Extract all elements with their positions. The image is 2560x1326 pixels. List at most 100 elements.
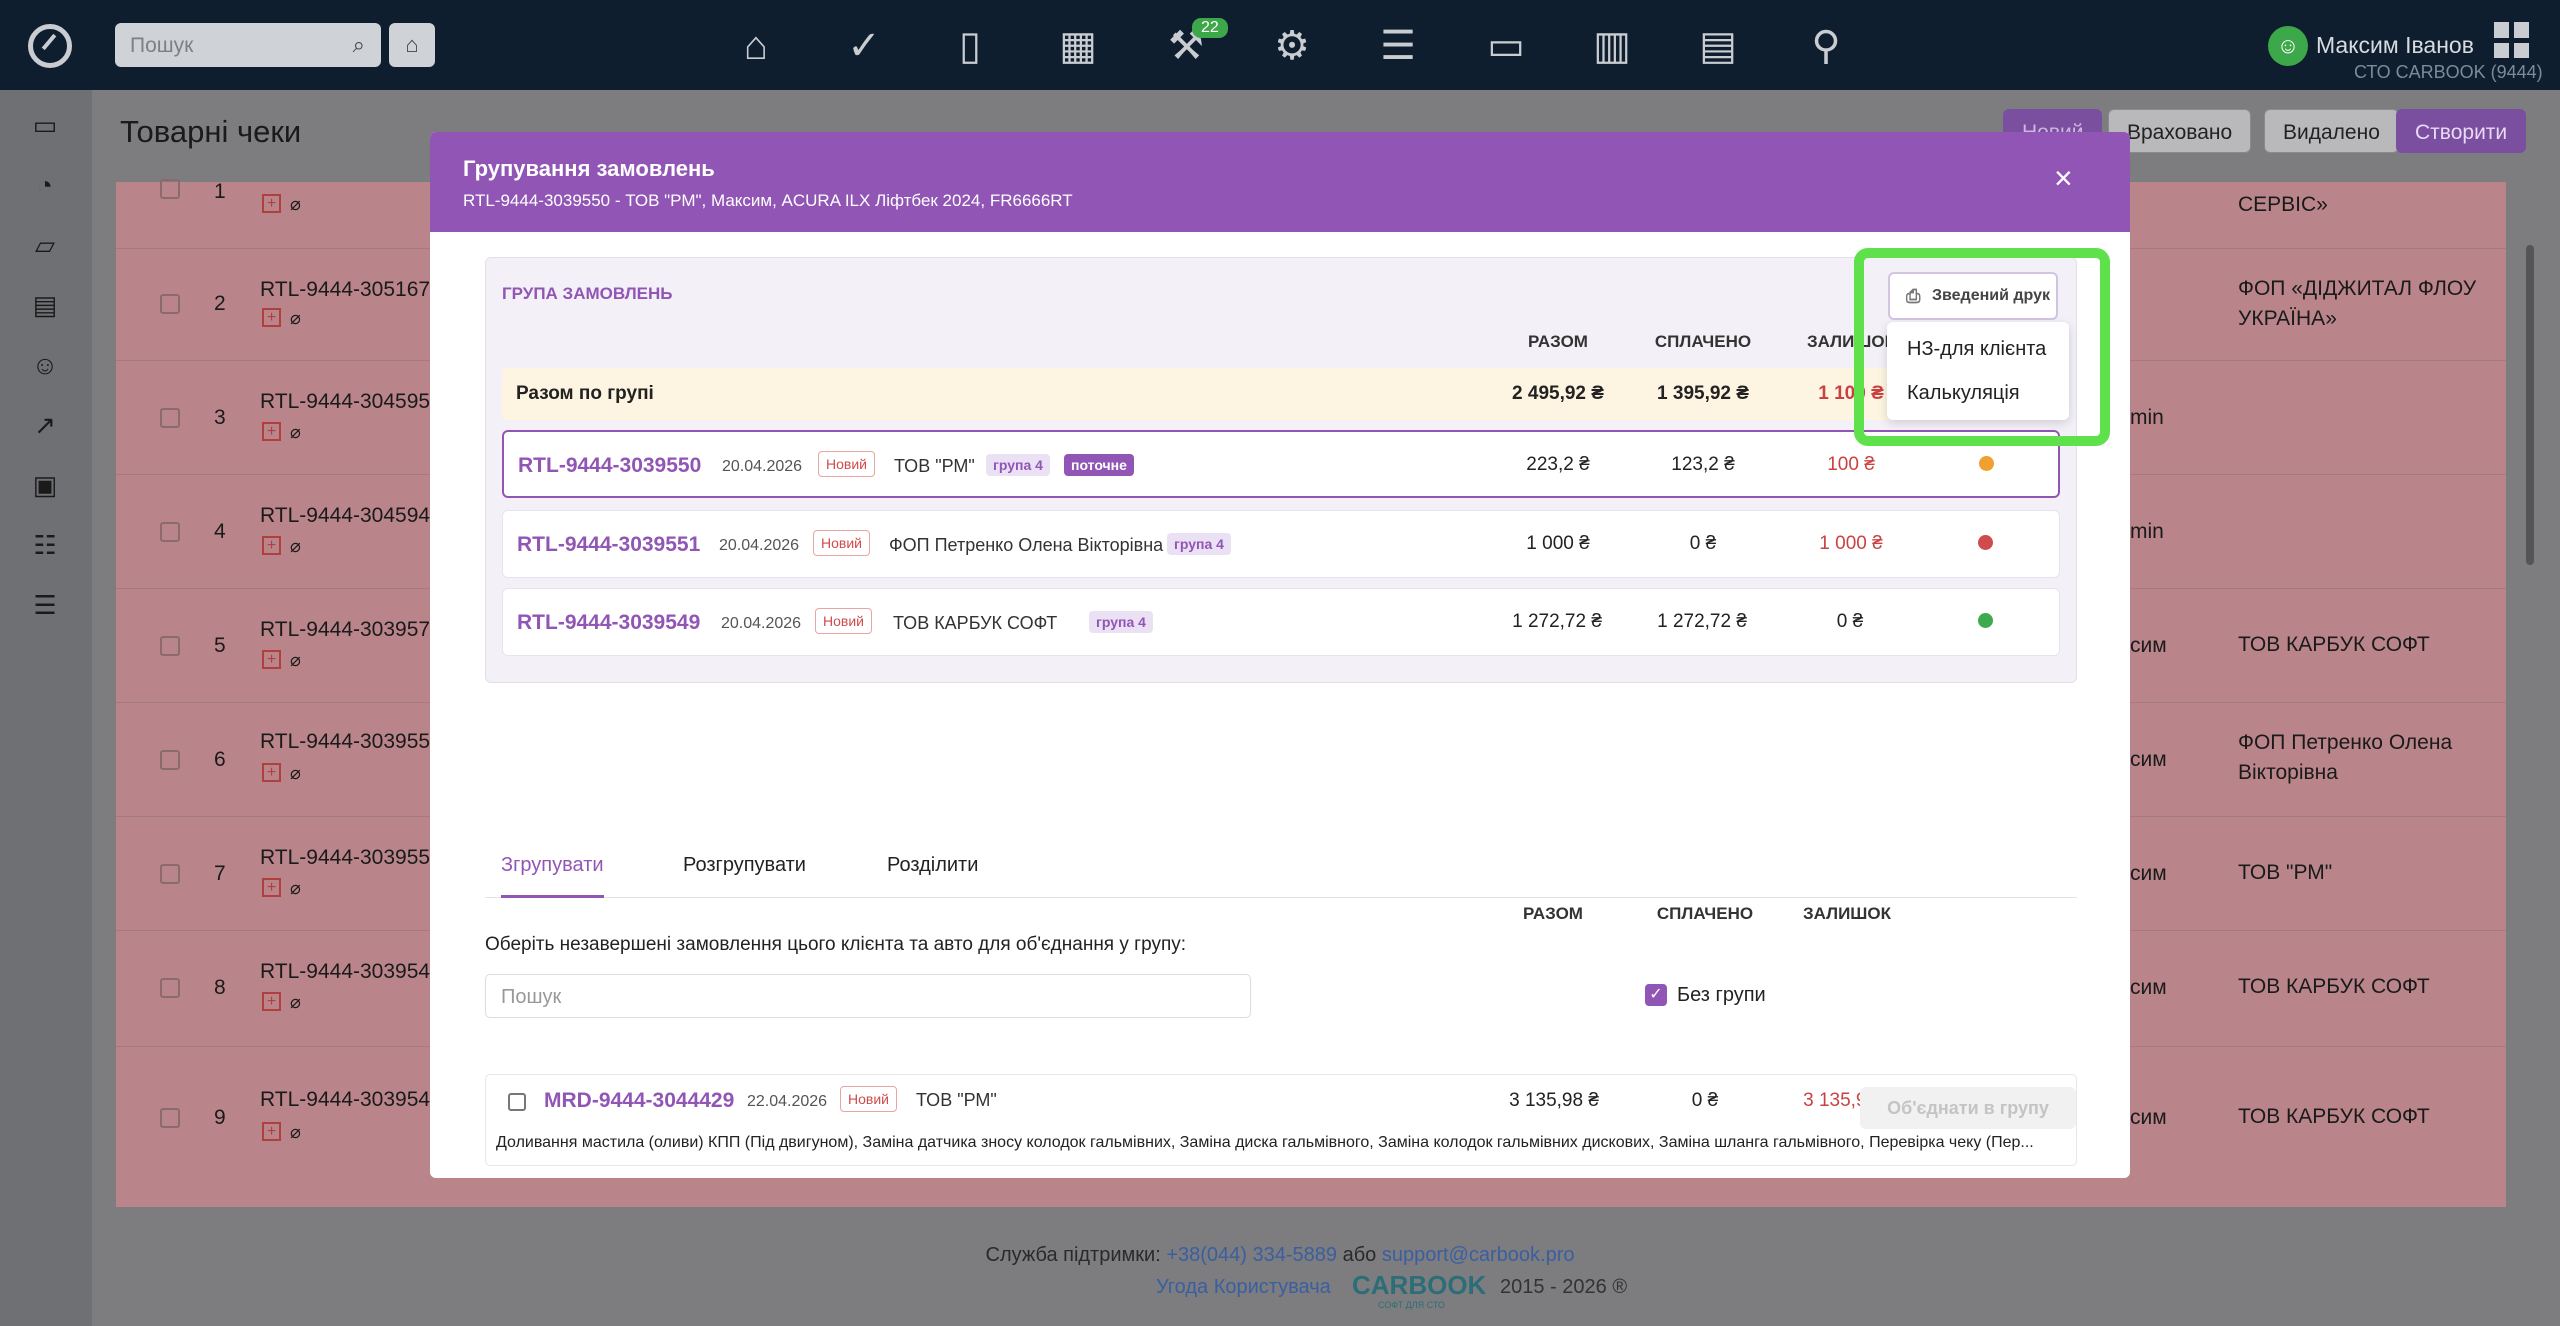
candidate-order-row: MRD-9444-3044429 22.04.2026 Новий ТОВ "Р… xyxy=(485,1074,2077,1166)
add-icon[interactable]: + xyxy=(262,992,281,1011)
group-order-row[interactable]: RTL-9444-3039550 20.04.2026 Новий ТОВ "Р… xyxy=(502,430,2060,498)
contact-card-icon[interactable]: ▣ xyxy=(30,470,60,500)
row-checkbox[interactable] xyxy=(160,294,180,314)
support-phone-link[interactable]: +38(044) 334-5889 xyxy=(1166,1244,1337,1266)
row-checkbox[interactable] xyxy=(160,978,180,998)
tab-group[interactable]: Згрупувати xyxy=(501,854,604,898)
group-order-row[interactable]: RTL-9444-3039549 20.04.2026 Новий ТОВ КА… xyxy=(502,588,2060,656)
attachment-icon[interactable]: ⌀ xyxy=(290,763,301,784)
search-settings-icon[interactable]: ⚲ xyxy=(1802,22,1850,70)
order-link[interactable]: RTL-9444-3039549 xyxy=(517,611,700,635)
user-avatar[interactable]: ☺ xyxy=(2268,26,2308,66)
row-id[interactable]: RTL-9444-303954 xyxy=(260,1088,430,1112)
row-client: СЕРВІС» xyxy=(2238,193,2328,216)
bar-chart-icon[interactable]: ▥ xyxy=(1588,22,1636,70)
row-checkbox[interactable] xyxy=(160,408,180,428)
inbox-icon[interactable]: ▱ xyxy=(30,230,60,260)
app-logo-icon[interactable] xyxy=(28,24,72,68)
row-checkbox[interactable] xyxy=(160,179,180,199)
without-group-label[interactable]: Без групи xyxy=(1677,984,1766,1007)
attachment-icon[interactable]: ⌀ xyxy=(290,992,301,1013)
page-scrollbar[interactable] xyxy=(2526,245,2534,565)
order-link[interactable]: RTL-9444-3039551 xyxy=(517,533,700,557)
column-paid: СПЛАЧЕНО xyxy=(1654,332,1752,351)
candidate-description: Доливання мастила (оливи) КПП (Під двигу… xyxy=(496,1134,2034,1151)
receipt-icon[interactable]: ▤ xyxy=(30,290,60,320)
filter-deleted-button[interactable]: Видалено xyxy=(2264,109,2399,153)
add-icon[interactable]: + xyxy=(262,422,281,441)
settings-gears-icon[interactable]: ⚙ xyxy=(1268,22,1316,70)
attachment-icon[interactable]: ⌀ xyxy=(290,1122,301,1143)
global-search-input[interactable]: Пошук ⌕ xyxy=(115,23,381,67)
row-checkbox[interactable] xyxy=(160,864,180,884)
row-checkbox[interactable] xyxy=(160,522,180,542)
row-id[interactable]: RTL-9444-303954 xyxy=(260,960,430,984)
add-icon[interactable]: + xyxy=(262,1122,281,1141)
attachment-icon[interactable]: ⌀ xyxy=(290,194,301,215)
order-date: 20.04.2026 xyxy=(722,458,803,475)
user-name[interactable]: Максим Іванов xyxy=(2316,32,2474,59)
row-id[interactable]: RTL-9444-303955 xyxy=(260,846,430,870)
order-remaining: 100 ₴ xyxy=(1827,454,1875,475)
row-id[interactable]: RTL-9444-304595 xyxy=(260,390,430,414)
order-link[interactable]: RTL-9444-3039550 xyxy=(518,454,701,478)
user-agreement-link[interactable]: Угода Користувача xyxy=(1156,1276,1331,1299)
line-chart-icon[interactable]: ↗ xyxy=(30,410,60,440)
grouping-tabs: Згрупувати Розгрупувати Розділити xyxy=(485,832,2077,898)
add-icon[interactable]: + xyxy=(262,763,281,782)
attachment-icon[interactable]: ⌀ xyxy=(290,308,301,329)
row-id[interactable]: RTL-9444-303957 xyxy=(260,618,430,642)
new-document-icon[interactable]: ▯ xyxy=(946,22,994,70)
group-order-row[interactable]: RTL-9444-3039551 20.04.2026 Новий ФОП Пе… xyxy=(502,510,2060,578)
users-icon[interactable]: ☺ xyxy=(30,350,60,380)
order-search-input[interactable]: Пошук xyxy=(485,974,1251,1018)
tab-split[interactable]: Розділити xyxy=(887,854,978,877)
row-number: 9 xyxy=(214,1106,226,1129)
add-icon[interactable]: + xyxy=(262,536,281,555)
cash-register-icon[interactable]: ▤ xyxy=(1694,22,1742,70)
attachment-icon[interactable]: ⌀ xyxy=(290,650,301,671)
row-id[interactable]: RTL-9444-3051678 xyxy=(260,278,442,302)
sliders-icon[interactable]: ☷ xyxy=(30,530,60,560)
row-checkbox[interactable] xyxy=(160,636,180,656)
add-icon[interactable]: + xyxy=(262,308,281,327)
apps-grid-icon[interactable] xyxy=(2494,22,2530,58)
laptop-icon[interactable]: ▭ xyxy=(30,110,60,140)
attachment-icon[interactable]: ⌀ xyxy=(290,422,301,443)
dashboard-icon[interactable]: ◔ xyxy=(30,170,60,200)
home-icon[interactable]: ⌂ xyxy=(732,22,780,70)
row-checkbox[interactable] xyxy=(160,1108,180,1128)
tab-ungroup[interactable]: Розгрупувати xyxy=(683,854,806,877)
close-icon[interactable]: × xyxy=(2054,160,2073,197)
sliders-icon[interactable]: ☰ xyxy=(1374,22,1422,70)
row-id[interactable]: RTL-9444-303955 xyxy=(260,730,430,754)
create-button[interactable]: Створити xyxy=(2396,109,2527,153)
without-group-checkbox[interactable]: ✓ xyxy=(1645,984,1667,1006)
calendar-icon[interactable]: ▦ xyxy=(1054,22,1102,70)
attachment-icon[interactable]: ⌀ xyxy=(290,878,301,899)
row-client: ФОП Петренко Олена Вікторівна xyxy=(2238,731,2453,784)
row-client: ТОВ КАРБУК СОФТ xyxy=(2238,633,2430,656)
modal-header: Групування замовлень RTL-9444-3039550 - … xyxy=(430,132,2130,232)
add-icon[interactable]: + xyxy=(262,650,281,669)
column-total: РАЗОМ xyxy=(1528,332,1588,351)
row-id[interactable]: RTL-9444-304594 xyxy=(260,504,430,528)
row-number: 7 xyxy=(214,862,226,885)
add-icon[interactable]: + xyxy=(262,878,281,897)
search-icon[interactable]: ⌕ xyxy=(353,32,365,58)
modal-title: Групування замовлень xyxy=(463,156,715,181)
row-checkbox[interactable] xyxy=(160,750,180,770)
group-section-title: ГРУПА ЗАМОВЛЕНЬ xyxy=(502,284,673,303)
check-circle-icon[interactable]: ✓ xyxy=(840,22,888,70)
merge-into-group-button[interactable]: Об'єднати в групу xyxy=(1860,1087,2076,1129)
attachment-icon[interactable]: ⌀ xyxy=(290,536,301,557)
bank-icon[interactable]: ⌂ xyxy=(389,23,435,67)
folder-icon[interactable]: ▭ xyxy=(1482,22,1530,70)
modal-subtitle: RTL-9444-3039550 - ТОВ "РМ", Максим, ACU… xyxy=(463,191,1073,210)
candidate-order-link[interactable]: MRD-9444-3044429 xyxy=(544,1089,734,1113)
row-number: 3 xyxy=(214,406,226,429)
list-icon[interactable]: ☰ xyxy=(30,590,60,620)
candidate-checkbox[interactable] xyxy=(508,1093,526,1111)
add-icon[interactable]: + xyxy=(262,194,281,213)
support-email-link[interactable]: support@carbook.pro xyxy=(1382,1244,1575,1266)
